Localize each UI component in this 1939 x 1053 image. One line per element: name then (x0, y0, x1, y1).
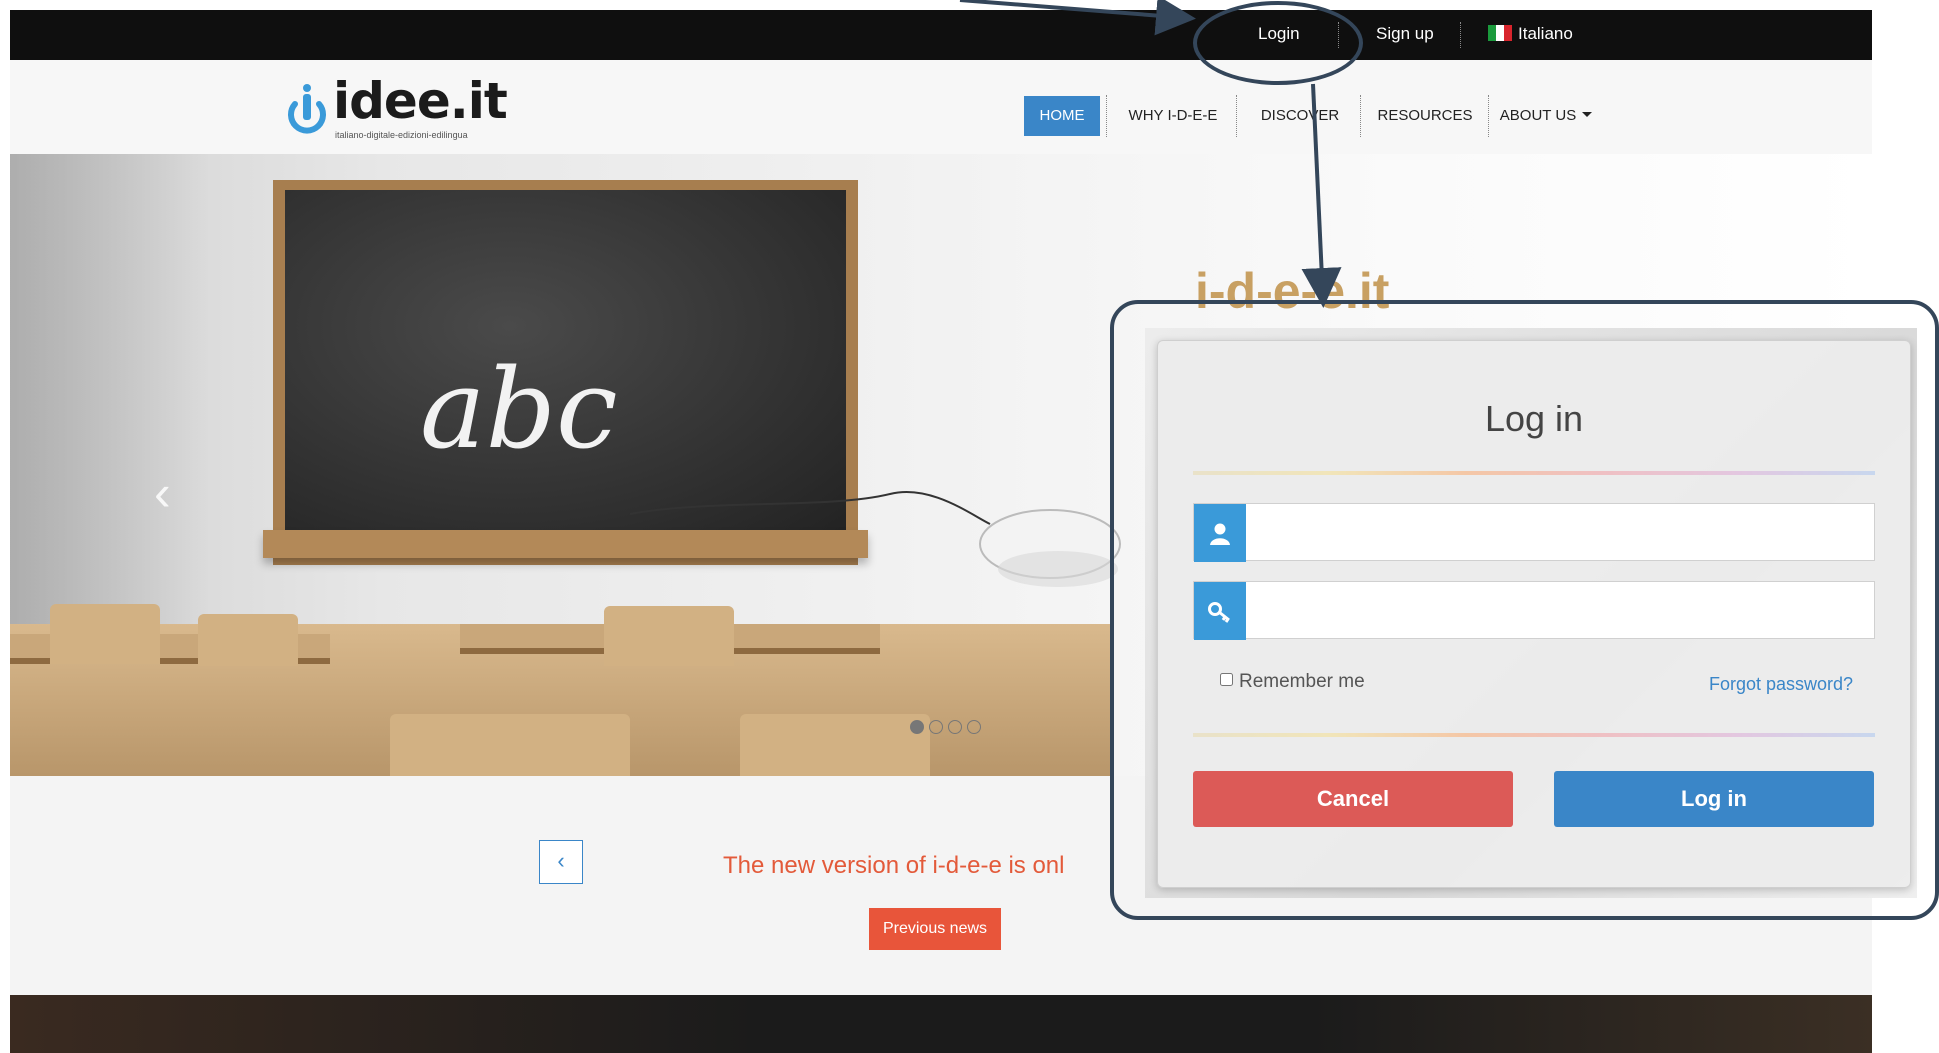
annotation-callout-frame (1110, 300, 1939, 920)
annotation-ellipse (1193, 1, 1363, 85)
annotation-arrow (1301, 83, 1342, 308)
annotation-arrow (959, 0, 1196, 36)
